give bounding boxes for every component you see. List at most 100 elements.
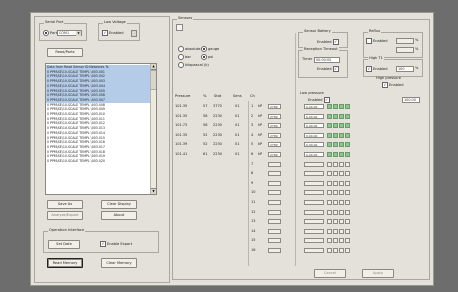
low-pressure-field[interactable] <box>304 180 324 186</box>
sensor-battery-title: Sensor Battery <box>303 29 332 34</box>
sensor-row: 15 <box>173 237 373 246</box>
sensor-stat: 2230 <box>213 113 222 118</box>
high-t-checkbox[interactable]: ✓ <box>366 66 372 72</box>
low-pressure-field[interactable]: 0.00.00 <box>304 104 324 109</box>
sensor-value-field[interactable] <box>268 228 281 234</box>
data-list[interactable]: Data from Read Sensor ID Networks Ts 0 PP… <box>45 63 157 195</box>
save-as-button[interactable]: Save As <box>47 200 83 209</box>
port-radio[interactable] <box>43 30 49 36</box>
high-t-field[interactable]: 100 <box>396 66 414 72</box>
status-indicator <box>339 171 344 177</box>
high-pressure-field[interactable]: 100.00 <box>402 97 420 103</box>
sensor-row: 11 <box>173 199 373 208</box>
read-memory-button[interactable]: Read Memory <box>47 258 83 268</box>
radio-kpa-label: kilopascal (k) <box>185 63 209 67</box>
low-pressure-field[interactable] <box>304 171 324 177</box>
analyze-export-button[interactable]: Analyze/Export <box>47 211 83 220</box>
reflux-field-b[interactable] <box>396 47 414 53</box>
timer-field[interactable]: 00:00:00 <box>314 57 340 63</box>
clear-display-button[interactable]: Clear Display <box>101 200 137 209</box>
sensor-row: 7 <box>173 161 373 170</box>
low-pressure-field[interactable]: 0.00.00 <box>304 132 324 138</box>
reception-timeout-group: Reception Timeout Timer 00:00:00 Enabled… <box>298 47 348 78</box>
low-pressure-field[interactable]: 0.00.00 <box>304 152 324 157</box>
radio-kpa-row[interactable]: kilopascal (k) <box>178 62 209 68</box>
list-scrollbar[interactable]: ▲ ▼ <box>150 64 156 194</box>
high-t-title: High T1 <box>368 56 384 61</box>
low-pressure-field[interactable] <box>304 219 324 225</box>
low-pressure-field[interactable] <box>304 200 324 205</box>
read-parts-button[interactable]: Read/Parts <box>47 48 83 57</box>
reception-timeout-enabled[interactable]: Enabled ✓ <box>317 66 340 72</box>
sensor-battery-checkbox[interactable]: ✓ <box>332 39 339 45</box>
radio-psi-row[interactable]: psi <box>201 54 213 60</box>
status-indicator <box>345 200 350 205</box>
cancel-button[interactable]: Cancel <box>314 269 346 278</box>
sensor-value-field[interactable]: 2789 <box>268 132 281 138</box>
sensor-value-field[interactable] <box>268 200 281 205</box>
sensor-value-field[interactable] <box>268 180 281 186</box>
sensor-value-field[interactable] <box>268 238 281 244</box>
sensor-battery-enabled[interactable]: Enabled ✓ <box>317 39 340 45</box>
sensor-value-field[interactable]: 2789 <box>268 123 281 129</box>
radio-gauge[interactable] <box>201 46 207 52</box>
low-pressure-field[interactable] <box>304 248 324 253</box>
status-indicator <box>339 219 344 225</box>
low-pressure-field[interactable] <box>304 238 324 244</box>
radio-bar[interactable] <box>178 54 184 60</box>
apply-button[interactable]: Apply <box>362 269 394 278</box>
sensor-value-field[interactable] <box>268 248 281 253</box>
low-pressure-checkbox[interactable]: ✓ <box>323 97 330 103</box>
set-date-button[interactable]: Set Date <box>48 240 80 249</box>
low-pressure-field[interactable]: 0.00.00 <box>304 123 324 129</box>
sensor-value-field[interactable]: 2789 <box>268 113 281 119</box>
spin-icon[interactable] <box>131 30 137 37</box>
reception-timeout-checkbox[interactable]: ✓ <box>332 66 339 72</box>
high-t-enabled[interactable]: ✓ Enabled <box>366 66 388 72</box>
sensor-value-field[interactable] <box>268 190 281 196</box>
radio-kpa[interactable] <box>178 62 184 68</box>
sensor-ch: 9 <box>251 180 254 185</box>
sensor-value-field[interactable] <box>268 171 281 177</box>
sensor-value-field[interactable] <box>268 209 281 215</box>
scroll-thumb[interactable] <box>151 70 156 90</box>
low-pressure-field[interactable] <box>304 190 324 196</box>
sensor-value-field[interactable]: 2789 <box>268 152 281 157</box>
low-voltage-checkbox[interactable]: ✓ <box>102 30 108 36</box>
reflux-enabled[interactable]: Enabled <box>366 38 388 44</box>
radio-gauge-row[interactable]: gauge <box>201 46 219 52</box>
radio-absolute[interactable] <box>178 46 184 52</box>
radio-bar-row[interactable]: bar <box>178 54 191 60</box>
reflux-field-a[interactable] <box>396 38 414 44</box>
status-indicator <box>345 180 350 186</box>
reflux-title: Reflux <box>368 29 382 34</box>
sensor-stat: 2230 <box>213 132 222 137</box>
low-pressure-enabled[interactable]: Enabled ✓ <box>308 97 331 103</box>
sensor-value-field[interactable]: 2789 <box>268 104 281 109</box>
high-pressure-checkbox[interactable]: ✓ <box>382 82 388 88</box>
low-pressure-field[interactable] <box>304 209 324 215</box>
status-indicator <box>339 161 344 167</box>
about-button[interactable]: About <box>101 211 137 220</box>
low-pressure-field[interactable] <box>304 228 324 234</box>
low-pressure-field[interactable]: 0.00.00 <box>304 113 324 119</box>
reflux-checkbox[interactable] <box>366 38 372 44</box>
high-pressure-enabled[interactable]: ✓ Enabled <box>382 82 404 88</box>
scroll-down-icon[interactable]: ▼ <box>151 188 156 194</box>
radio-absolute-row[interactable]: absolute <box>178 46 200 52</box>
sensor-value-field[interactable] <box>268 219 281 225</box>
clear-memory-button[interactable]: Clear Memory <box>101 258 137 268</box>
sensor-value-field[interactable]: 2789 <box>268 142 281 148</box>
enable-export-checkbox[interactable]: ✓ <box>100 241 106 247</box>
enable-export-toggle[interactable]: ✓ Enable Export <box>100 241 132 247</box>
sensor-table: 101.35 57 3770 01 1 kP 2789 0.00.00 101.35 58 2230… <box>173 103 373 268</box>
low-pressure-field[interactable] <box>304 161 324 167</box>
sensor-value-field[interactable] <box>268 161 281 167</box>
reception-timeout-enabled-label: Enabled <box>317 67 332 71</box>
radio-psi[interactable] <box>201 54 207 60</box>
port-select[interactable]: COM1 ▼ <box>57 30 82 36</box>
low-pressure-field[interactable]: 0.00.00 <box>304 142 324 148</box>
list-item[interactable]: 0 PPM\SE\10-SCALE TEMPL \003.020 <box>46 159 150 164</box>
low-voltage-enabled[interactable]: ✓ Enabled <box>102 30 124 36</box>
port-radio-row[interactable]: Port <box>43 30 57 36</box>
